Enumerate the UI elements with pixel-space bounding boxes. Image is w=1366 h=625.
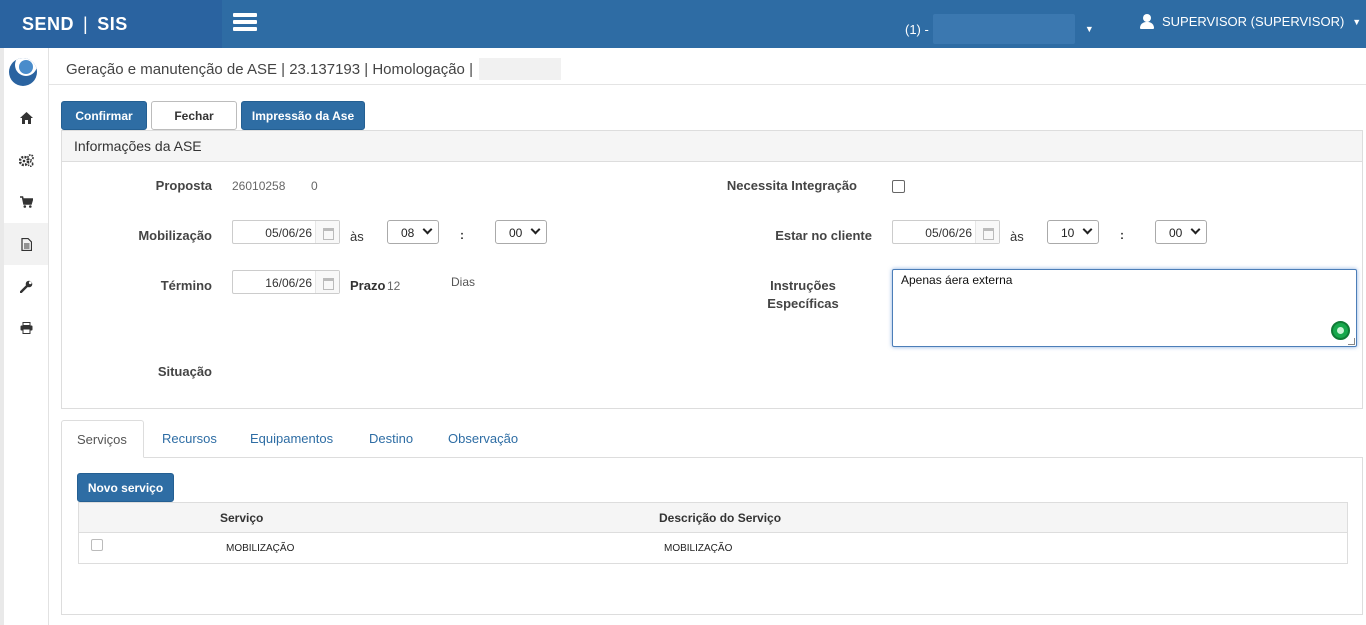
brand-logo[interactable]: SEND | SIS <box>0 0 222 48</box>
brand-right: SIS <box>97 13 128 34</box>
app-logo-icon[interactable] <box>9 58 37 86</box>
cell-descricao: MOBILIZAÇÃO <box>664 543 733 554</box>
necessita-integracao-label: Necessita Integração <box>726 178 857 193</box>
new-service-button[interactable]: Novo serviço <box>77 473 174 502</box>
cliente-hour-select[interactable]: 10 <box>1047 220 1099 244</box>
user-menu[interactable]: SUPERVISOR (SUPERVISOR) ▼ <box>1140 14 1361 29</box>
estar-no-cliente-label: Estar no cliente <box>775 228 872 243</box>
brand-left: SEND <box>22 13 75 34</box>
column-header-descricao[interactable]: Descrição do Serviço <box>659 511 781 525</box>
services-table: Serviço Descrição do Serviço MOBILIZAÇÃO… <box>78 502 1348 564</box>
home-icon[interactable] <box>4 97 48 139</box>
proposta-label: Proposta <box>155 178 212 193</box>
panel-heading: Informações da ASE <box>62 131 1362 162</box>
mobilizacao-minute-select[interactable]: 00 <box>495 220 547 244</box>
tab-observacao[interactable]: Observação <box>433 420 533 458</box>
calendar-icon[interactable] <box>315 221 339 243</box>
mobilizacao-label: Mobilização <box>138 228 212 243</box>
cell-servico: MOBILIZAÇÃO <box>226 543 295 554</box>
prazo-label: Prazo <box>350 278 386 293</box>
close-button[interactable]: Fechar <box>151 101 237 130</box>
dias-label: Dias <box>451 275 476 289</box>
table-header: Serviço Descrição do Serviço <box>79 503 1347 533</box>
proposta-extra-value: 0 <box>311 179 318 193</box>
print-icon[interactable] <box>4 307 48 349</box>
situacao-label: Situação <box>157 364 212 379</box>
time-colon: : <box>1120 228 1124 242</box>
confirm-button[interactable]: Confirmar <box>61 101 147 130</box>
company-name-redacted <box>932 14 1075 44</box>
chevron-down-icon <box>1190 224 1201 235</box>
chevron-down-icon: ▼ <box>1084 24 1094 34</box>
tab-recursos[interactable]: Recursos <box>147 420 232 458</box>
column-header-servico[interactable]: Serviço <box>220 511 263 525</box>
document-icon[interactable] <box>4 223 48 265</box>
gears-icon[interactable] <box>4 139 48 181</box>
calendar-icon[interactable] <box>315 271 339 293</box>
brand-separator: | <box>83 13 89 34</box>
instrucoes-textarea[interactable]: Apenas áera externa <box>892 269 1357 347</box>
company-prefix: (1) - <box>905 21 929 37</box>
cliente-minute-select[interactable]: 00 <box>1155 220 1207 244</box>
integracao-checkbox[interactable] <box>892 180 905 193</box>
main-content: Geração e manutenção de ASE | 23.137193 … <box>49 48 1366 625</box>
chevron-down-icon <box>1082 224 1093 235</box>
as-label: às <box>350 229 364 244</box>
row-checkbox[interactable] <box>91 539 103 551</box>
cliente-date-field[interactable]: 05/06/26 <box>892 220 1000 244</box>
chevron-down-icon <box>530 224 541 235</box>
tab-equipamentos[interactable]: Equipamentos <box>235 420 348 458</box>
termino-date-field[interactable]: 16/06/26 <box>232 270 340 294</box>
resize-handle[interactable] <box>1348 338 1355 345</box>
menu-toggle-icon[interactable] <box>233 13 257 31</box>
proposta-value: 26010258 <box>232 179 286 193</box>
wrench-icon[interactable] <box>4 265 48 307</box>
cart-icon[interactable] <box>4 181 48 223</box>
sidebar <box>0 48 49 625</box>
mobilizacao-hour-select[interactable]: 08 <box>387 220 439 244</box>
tab-destino[interactable]: Destino <box>354 420 428 458</box>
as-label: às <box>1010 229 1024 244</box>
page-title-text: Geração e manutenção de ASE | 23.137193 … <box>66 60 473 78</box>
table-row[interactable]: MOBILIZAÇÃO MOBILIZAÇÃO <box>79 533 1347 563</box>
user-icon <box>1140 14 1154 29</box>
redacted-field <box>478 58 561 80</box>
time-colon: : <box>460 228 464 242</box>
tab-servicos[interactable]: Serviços <box>61 420 144 458</box>
print-ase-button[interactable]: Impressão da Ase <box>241 101 365 130</box>
termino-label: Término <box>160 278 212 293</box>
instrucoes-label: Instruções Específicas <box>767 278 839 311</box>
prazo-value: 12 <box>387 279 401 293</box>
chevron-down-icon <box>422 224 433 235</box>
top-navbar: SEND | SIS (1) - ▼ SUPERVISOR (SUPERVISO… <box>0 0 1366 48</box>
page-title: Geração e manutenção de ASE | 23.137193 … <box>66 58 561 80</box>
calendar-icon[interactable] <box>975 221 999 243</box>
mobilizacao-date-field[interactable]: 05/06/26 <box>232 220 340 244</box>
company-selector[interactable]: (1) - ▼ <box>905 14 1094 44</box>
chevron-down-icon: ▼ <box>1352 16 1362 27</box>
user-label: SUPERVISOR (SUPERVISOR) <box>1162 14 1345 29</box>
